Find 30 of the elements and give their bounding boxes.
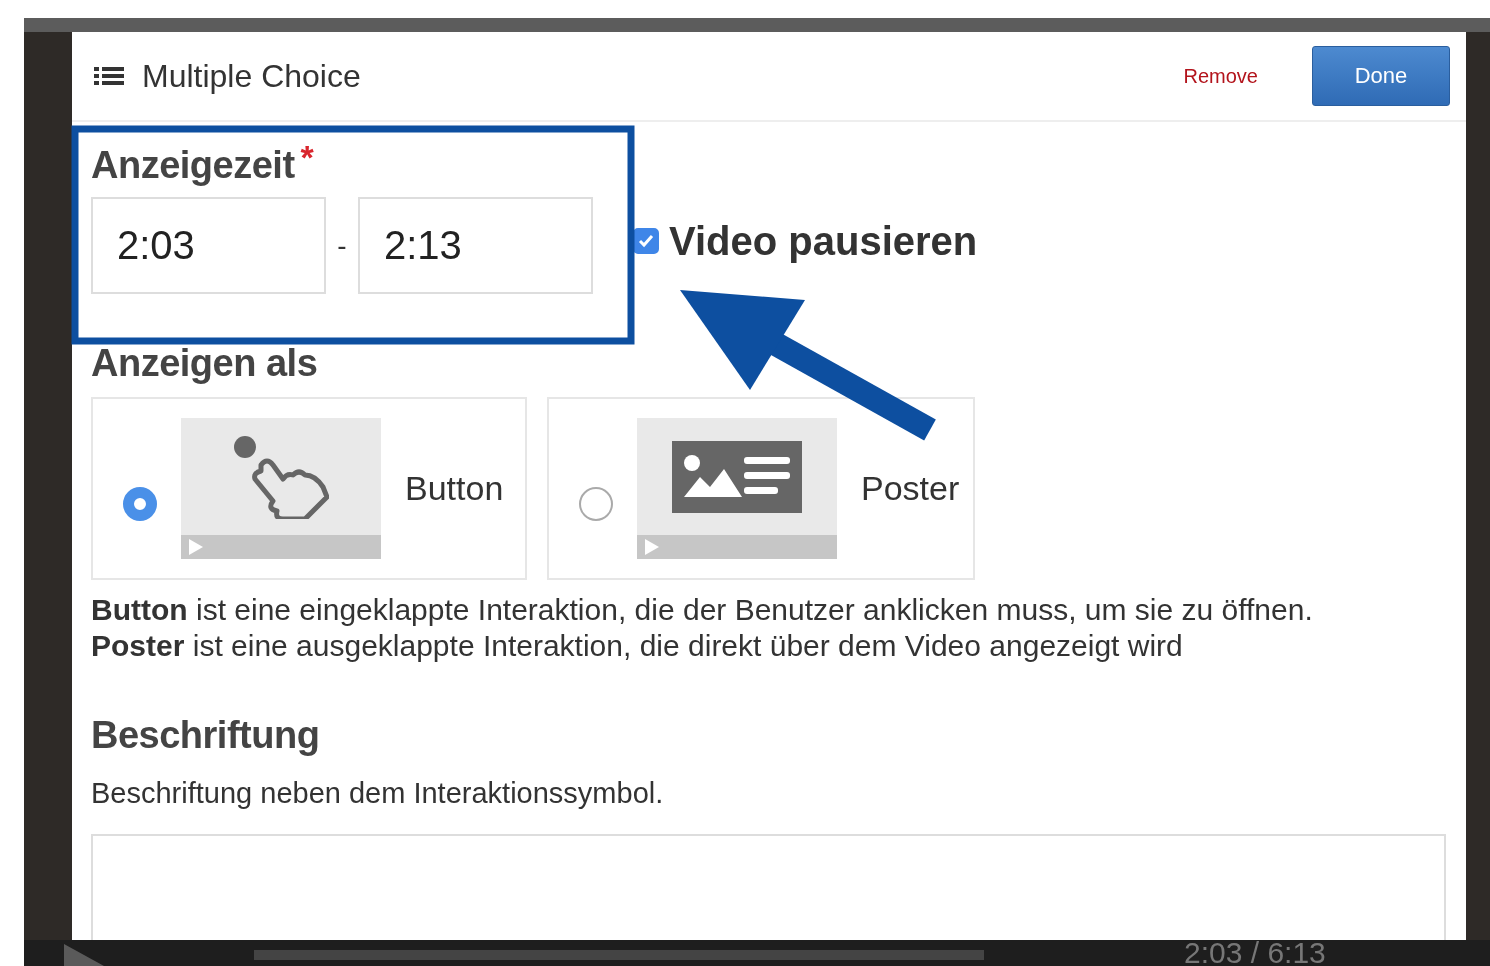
pointing-hand-icon	[233, 434, 329, 519]
list-icon	[94, 66, 124, 86]
pause-checkbox[interactable]	[633, 228, 659, 254]
play-icon[interactable]	[64, 944, 104, 966]
option-card[interactable]: Button	[91, 397, 527, 580]
image-card-icon	[672, 440, 802, 513]
help-text: Poster ist eine ausgeklappte Interaktion, die direkt über dem Video angezeigt wird	[91, 628, 1184, 664]
radio-button[interactable]	[123, 486, 157, 521]
play-icon	[189, 539, 203, 555]
end-time-field[interactable]: 2:13	[358, 197, 593, 294]
field-label: Anzeigezeit	[91, 144, 295, 187]
checkbox-label: Video pausieren	[669, 218, 978, 264]
done-button[interactable]: Done	[1312, 46, 1450, 106]
option-label: Poster	[861, 469, 960, 508]
caption-field[interactable]	[91, 834, 1446, 940]
required-mark: *	[300, 144, 314, 170]
dialog-title: Multiple Choice	[142, 57, 361, 95]
start-time-field[interactable]: 2:03	[91, 197, 326, 294]
option-card[interactable]: Poster	[547, 397, 975, 580]
field-label: Anzeigen als	[91, 342, 318, 385]
player-time: 2:03 / 6:13	[1184, 940, 1326, 966]
help-text: Button ist eine eingeklappte Interaktion, die der Benutzer anklicken muss, um sie zu öffnen.	[91, 592, 1313, 628]
range-separator: -	[336, 229, 348, 262]
play-icon	[645, 539, 659, 555]
remove-link[interactable]: Remove	[1183, 64, 1258, 88]
radio-button[interactable]	[579, 486, 613, 521]
field-description: Beschriftung neben dem Interaktionssymbol.	[91, 777, 664, 810]
option-label: Button	[405, 469, 504, 508]
progress-track[interactable]	[254, 950, 984, 960]
field-label: Beschriftung	[91, 714, 320, 757]
